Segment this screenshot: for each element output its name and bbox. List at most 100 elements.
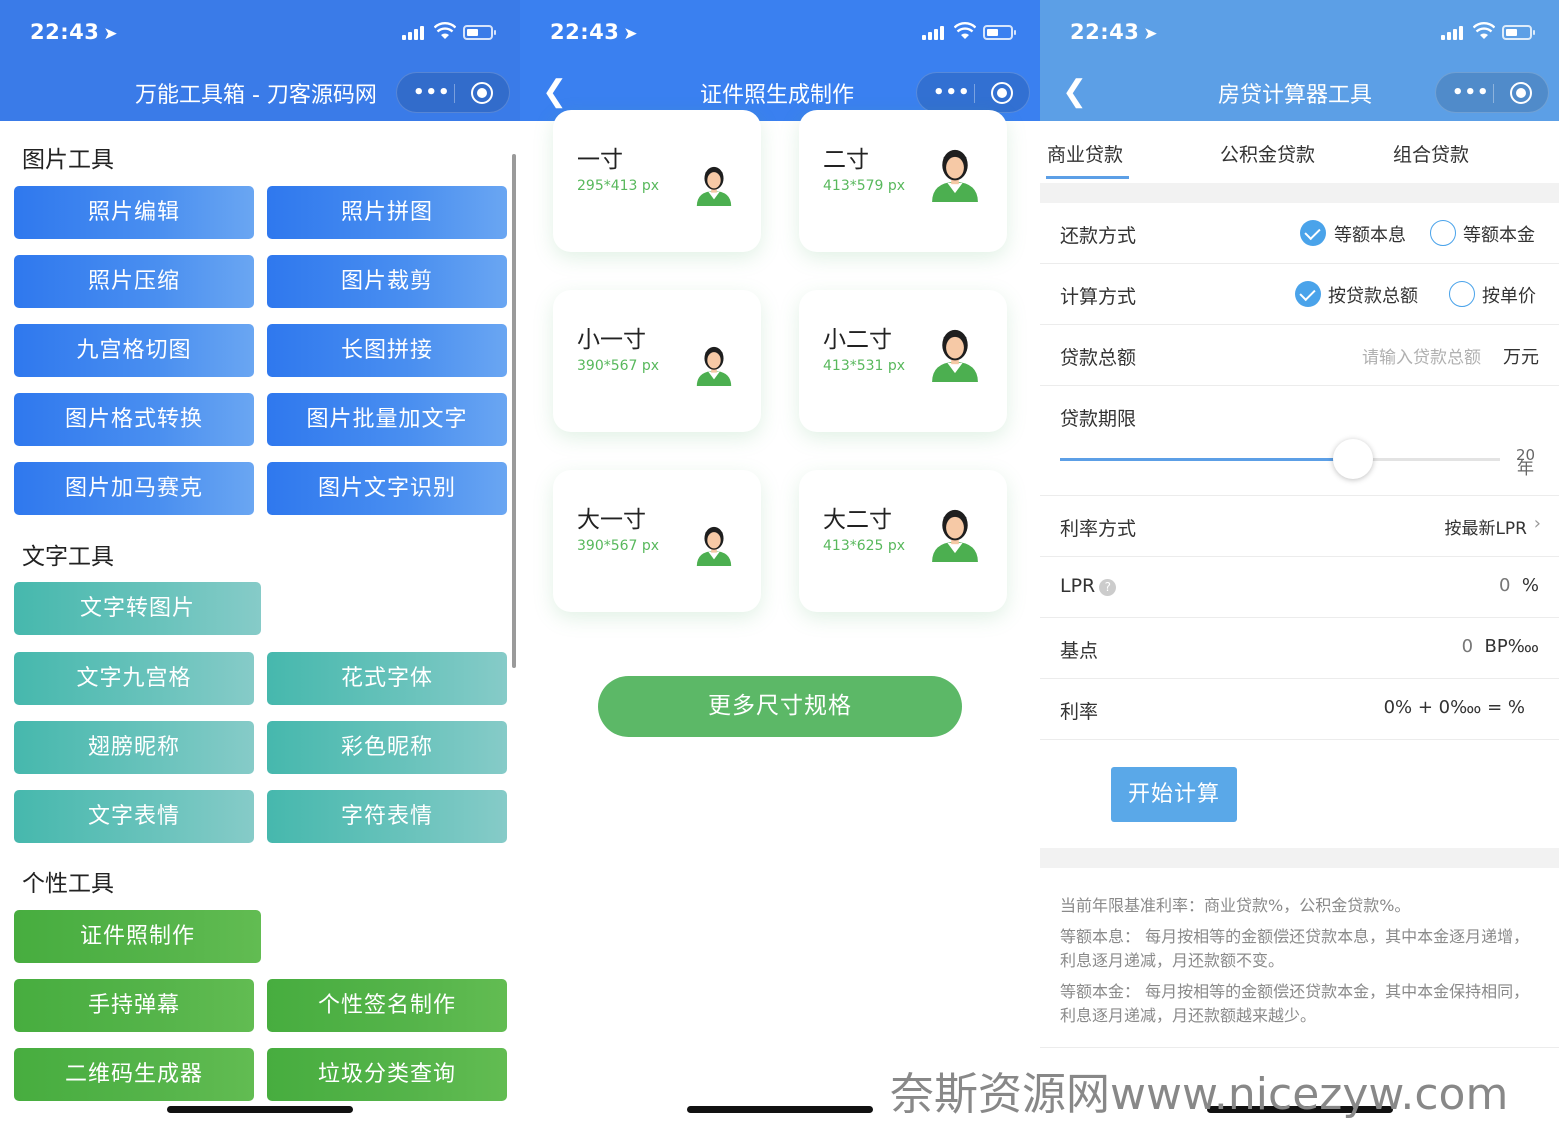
help-icon[interactable]: ? bbox=[1099, 579, 1117, 596]
page-title: 房贷计算器工具 bbox=[1218, 83, 1373, 108]
home-indicator bbox=[167, 1106, 353, 1113]
person-avatar-icon bbox=[696, 346, 732, 386]
wing-nickname-button[interactable]: 翅膀昵称 bbox=[14, 721, 254, 774]
by-unit-price-label: 按单价 bbox=[1482, 286, 1536, 307]
start-calculation-button[interactable]: 开始计算 bbox=[1111, 767, 1237, 822]
qrcode-generator-button[interactable]: 二维码生成器 bbox=[14, 1048, 254, 1101]
nine-grid-cut-button[interactable]: 九宫格切图 bbox=[14, 324, 254, 377]
more-icon[interactable]: ••• bbox=[933, 82, 971, 103]
divider-band bbox=[1040, 183, 1559, 203]
interest-rate-label: 利率 bbox=[1060, 701, 1099, 723]
batch-add-text-button[interactable]: 图片批量加文字 bbox=[267, 393, 507, 446]
size-card-2inch[interactable]: 二寸 413*579 px bbox=[799, 110, 1007, 252]
loan-amount-input[interactable]: 请输入贷款总额 bbox=[1362, 343, 1481, 368]
long-image-stitch-button[interactable]: 长图拼接 bbox=[267, 324, 507, 377]
scrollbar[interactable] bbox=[512, 154, 516, 668]
basis-point-value[interactable]: 0 BP‱ bbox=[1462, 636, 1539, 657]
radio-by-unit-price[interactable] bbox=[1449, 281, 1475, 307]
tab-provident-fund-loan[interactable]: 公积金贷款 bbox=[1220, 140, 1315, 167]
lpr-value[interactable]: 0 % bbox=[1499, 575, 1539, 596]
close-target-icon[interactable] bbox=[471, 82, 493, 104]
loan-term-label: 贷款期限 bbox=[1060, 408, 1137, 430]
page-title: 万能工具箱 - 刀客源码网 bbox=[135, 83, 377, 108]
mini-program-capsule[interactable]: ••• bbox=[1435, 72, 1549, 113]
slider-fill bbox=[1060, 458, 1353, 461]
person-avatar-icon bbox=[932, 509, 978, 562]
back-arrow-icon[interactable]: ❮ bbox=[1062, 74, 1087, 109]
photo-collage-button[interactable]: 照片拼图 bbox=[267, 186, 507, 239]
id-photo-screen: 22:43 ➤ ❮ 证件照生成制作 ••• 一寸 295*413 px 二寸 41… bbox=[520, 0, 1040, 1125]
loan-amount-row: 贷款总额 请输入贷款总额 万元 bbox=[1040, 325, 1559, 386]
location-arrow-icon: ➤ bbox=[623, 24, 639, 44]
repay-method-label: 还款方式 bbox=[1060, 225, 1137, 247]
size-card-large-2inch[interactable]: 大二寸 413*625 px bbox=[799, 470, 1007, 612]
fancy-font-button[interactable]: 花式字体 bbox=[267, 652, 507, 705]
size-card-1inch[interactable]: 一寸 295*413 px bbox=[553, 110, 761, 252]
radio-equal-principal[interactable] bbox=[1430, 220, 1456, 246]
person-avatar-icon bbox=[932, 329, 978, 382]
nav-bar: 万能工具箱 - 刀客源码网 ••• bbox=[0, 64, 520, 121]
lpr-row: LPR? 0 % bbox=[1040, 557, 1559, 618]
photo-compress-button[interactable]: 照片压缩 bbox=[14, 255, 254, 308]
rate-method-row[interactable]: 利率方式 按最新LPR › bbox=[1040, 496, 1559, 557]
interest-rate-value: 0% + 0‱ = % bbox=[1383, 697, 1525, 718]
loan-term-row: 贷款期限 20 年 bbox=[1040, 386, 1559, 496]
status-time: 22:43 ➤ bbox=[1070, 20, 1159, 44]
mini-program-capsule[interactable]: ••• bbox=[396, 72, 510, 113]
section-title-image-tools: 图片工具 bbox=[22, 147, 114, 173]
image-ocr-button[interactable]: 图片文字识别 bbox=[267, 462, 507, 515]
loan-term-slider[interactable] bbox=[1060, 439, 1500, 479]
home-indicator bbox=[687, 1106, 873, 1113]
signal-icon bbox=[1441, 26, 1465, 40]
close-target-icon[interactable] bbox=[991, 82, 1013, 104]
radio-by-total[interactable] bbox=[1295, 281, 1321, 307]
size-card-large-1inch[interactable]: 大一寸 390*567 px bbox=[553, 470, 761, 612]
image-format-convert-button[interactable]: 图片格式转换 bbox=[14, 393, 254, 446]
more-icon[interactable]: ••• bbox=[1452, 82, 1490, 103]
person-avatar-icon bbox=[696, 166, 732, 206]
char-emoji-button[interactable]: 字符表情 bbox=[267, 790, 507, 843]
tab-commercial-loan[interactable]: 商业贷款 bbox=[1047, 140, 1123, 167]
base-rate-note: 当前年限基准利率：商业贷款%，公积金贷款%。 bbox=[1060, 896, 1411, 915]
status-time: 22:43 ➤ bbox=[30, 20, 119, 44]
radio-equal-installment[interactable] bbox=[1300, 220, 1326, 246]
handheld-barrage-button[interactable]: 手持弹幕 bbox=[14, 979, 254, 1032]
back-arrow-icon[interactable]: ❮ bbox=[542, 74, 567, 109]
section-title-personal-tools: 个性工具 bbox=[22, 871, 114, 897]
size-px: 390*567 px bbox=[577, 538, 660, 554]
color-nickname-button[interactable]: 彩色昵称 bbox=[267, 721, 507, 774]
person-avatar-icon bbox=[696, 526, 732, 566]
equal-principal-label: 等额本金 bbox=[1463, 225, 1535, 246]
battery-icon bbox=[1502, 25, 1535, 40]
more-sizes-button[interactable]: 更多尺寸规格 bbox=[598, 676, 962, 737]
image-crop-button[interactable]: 图片裁剪 bbox=[267, 255, 507, 308]
wifi-icon bbox=[434, 22, 456, 39]
loan-amount-unit: 万元 bbox=[1503, 347, 1539, 368]
photo-edit-button[interactable]: 照片编辑 bbox=[14, 186, 254, 239]
text-to-image-button[interactable]: 文字转图片 bbox=[14, 582, 261, 635]
more-icon[interactable]: ••• bbox=[413, 82, 451, 103]
chevron-right-icon: › bbox=[1533, 513, 1541, 534]
lpr-label: LPR? bbox=[1060, 575, 1117, 597]
size-px: 413*625 px bbox=[823, 538, 906, 554]
mosaic-button[interactable]: 图片加马赛克 bbox=[14, 462, 254, 515]
size-name: 大一寸 bbox=[577, 507, 646, 533]
size-px: 413*531 px bbox=[823, 358, 906, 374]
active-tab-underline bbox=[1046, 176, 1129, 179]
close-target-icon[interactable] bbox=[1510, 82, 1532, 104]
size-card-small-2inch[interactable]: 小二寸 413*531 px bbox=[799, 290, 1007, 432]
loan-term-value: 20 年 bbox=[1516, 448, 1535, 478]
id-photo-button[interactable]: 证件照制作 bbox=[14, 910, 261, 963]
tab-combined-loan[interactable]: 组合贷款 bbox=[1393, 140, 1469, 167]
text-nine-grid-button[interactable]: 文字九宫格 bbox=[14, 652, 254, 705]
signature-maker-button[interactable]: 个性签名制作 bbox=[267, 979, 507, 1032]
status-bar: 22:43 ➤ bbox=[1040, 0, 1559, 64]
status-time: 22:43 ➤ bbox=[550, 20, 639, 44]
text-emoji-button[interactable]: 文字表情 bbox=[14, 790, 254, 843]
garbage-sort-button[interactable]: 垃圾分类查询 bbox=[267, 1048, 507, 1101]
slider-thumb[interactable] bbox=[1333, 439, 1373, 479]
rate-method-value: 按最新LPR bbox=[1444, 519, 1527, 539]
size-card-small-1inch[interactable]: 小一寸 390*567 px bbox=[553, 290, 761, 432]
mini-program-capsule[interactable]: ••• bbox=[916, 72, 1030, 113]
calc-method-label: 计算方式 bbox=[1060, 286, 1137, 308]
